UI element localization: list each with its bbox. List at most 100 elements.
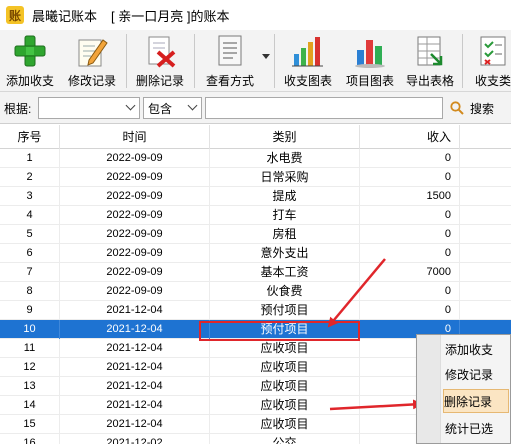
cell-date: 2022-09-09 (60, 206, 210, 225)
export-table-button[interactable]: 导出表格 (402, 32, 458, 90)
search-operator-value: 包含 (148, 101, 173, 116)
header-no[interactable]: 序号 (0, 125, 60, 149)
toolbar-separator (462, 34, 463, 88)
item-chart-icon (353, 34, 387, 68)
delete-doc-icon (143, 34, 177, 68)
ctx-edit-record[interactable]: 修改记录 (445, 363, 511, 387)
search-keyword-input[interactable] (205, 97, 443, 119)
search-icon (450, 101, 464, 115)
cell-no: 2 (0, 168, 60, 187)
income-chart-button[interactable]: 收支图表 (280, 32, 336, 90)
table-row[interactable]: 7 2022-09-09 基本工资 7000 (0, 263, 511, 282)
cell-date: 2021-12-04 (60, 415, 210, 434)
view-list-icon (213, 34, 247, 68)
cell-date: 2021-12-04 (60, 339, 210, 358)
search-field-select[interactable] (38, 97, 140, 119)
checklist-icon (476, 34, 510, 68)
cell-category: 应收项目 (210, 339, 360, 358)
table-row[interactable]: 4 2022-09-09 打车 0 (0, 206, 511, 225)
cell-category: 提成 (210, 187, 360, 206)
header-date[interactable]: 时间 (60, 125, 210, 149)
item-chart-button[interactable]: 项目图表 (342, 32, 398, 90)
delete-record-label: 删除记录 (135, 74, 184, 88)
table-row[interactable]: 2 2022-09-09 日常采购 0 (0, 168, 511, 187)
context-menu: 添加收支 修改记录 删除记录统计已选 (416, 334, 511, 444)
search-button[interactable]: 搜索 (450, 97, 494, 119)
cell-no: 5 (0, 225, 60, 244)
cell-date: 2022-09-09 (60, 244, 210, 263)
add-entry-label: 添加收支 (5, 74, 54, 88)
edit-record-label: 修改记录 (67, 74, 116, 88)
delete-record-button[interactable]: 删除记录 (132, 32, 188, 90)
cell-no: 1 (0, 149, 60, 168)
view-mode-dropdown-icon[interactable] (262, 54, 270, 59)
view-mode-label: 查看方式 (205, 74, 254, 88)
cell-no: 9 (0, 301, 60, 320)
search-by-label: 根据: (4, 102, 32, 116)
income-stats-button[interactable]: 收支类 (470, 32, 511, 90)
cell-income: 7000 (360, 263, 460, 282)
cell-category: 意外支出 (210, 244, 360, 263)
search-operator-select[interactable]: 包含 (143, 97, 202, 119)
bar-chart-icon (291, 34, 325, 68)
cell-no: 14 (0, 396, 60, 415)
annotation-highlight-category (199, 321, 360, 341)
ctx-stats-selected[interactable]: 统计已选 (445, 417, 511, 441)
cell-category: 水电费 (210, 149, 360, 168)
cell-no: 8 (0, 282, 60, 301)
cell-category: 日常采购 (210, 168, 360, 187)
add-entry-button[interactable]: 添加收支 (2, 32, 58, 90)
cell-category: 打车 (210, 206, 360, 225)
ctx-delete-record[interactable]: 删除记录 (443, 389, 509, 413)
cell-category: 应收项目 (210, 358, 360, 377)
cell-no: 13 (0, 377, 60, 396)
edit-pencil-icon (75, 34, 109, 68)
view-mode-button[interactable]: 查看方式 (202, 32, 258, 90)
cell-no: 11 (0, 339, 60, 358)
title-bar: 账 晨曦记账本 [ 亲一口月亮 ]的账本 (0, 0, 511, 30)
context-menu-icon-strip (417, 335, 441, 443)
table-row[interactable]: 1 2022-09-09 水电费 0 (0, 149, 511, 168)
cell-date: 2022-09-09 (60, 282, 210, 301)
cell-category: 应收项目 (210, 377, 360, 396)
cell-date: 2021-12-04 (60, 377, 210, 396)
toolbar-separator (126, 34, 127, 88)
book-title: [ 亲一口月亮 ]的账本 (111, 8, 230, 24)
cell-category: 应收项目 (210, 415, 360, 434)
toolbar-separator (274, 34, 275, 88)
cell-date: 2022-09-09 (60, 225, 210, 244)
cell-category: 公交 (210, 434, 360, 444)
green-plus-icon (13, 34, 47, 68)
income-stats-label: 收支类 (474, 74, 511, 88)
app-logo-icon: 账 (6, 6, 24, 24)
cell-income: 1500 (360, 187, 460, 206)
search-button-label: 搜索 (470, 101, 495, 116)
search-bar: 根据: 包含 搜索 (0, 92, 511, 124)
edit-record-button[interactable]: 修改记录 (64, 32, 120, 90)
table-row[interactable]: 8 2022-09-09 伙食费 0 (0, 282, 511, 301)
table-row[interactable]: 9 2021-12-04 预付项目 0 (0, 301, 511, 320)
table-row[interactable]: 3 2022-09-09 提成 1500 (0, 187, 511, 206)
cell-income: 0 (360, 149, 460, 168)
cell-date: 2021-12-04 (60, 320, 210, 339)
header-category[interactable]: 类别 (210, 125, 360, 149)
table-header: 序号 时间 类别 收入 (0, 125, 511, 149)
cell-income: 0 (360, 225, 460, 244)
cell-income: 0 (360, 168, 460, 187)
item-chart-label: 项目图表 (345, 74, 394, 88)
export-table-label: 导出表格 (405, 74, 454, 88)
cell-category: 应收项目 (210, 396, 360, 415)
chevron-down-icon (187, 100, 198, 111)
ctx-add-entry[interactable]: 添加收支 (445, 338, 511, 362)
cell-date: 2021-12-04 (60, 396, 210, 415)
chevron-down-icon (125, 100, 136, 111)
cell-income: 0 (360, 206, 460, 225)
cell-no: 6 (0, 244, 60, 263)
app-title: 晨曦记账本 (32, 8, 98, 24)
table-row[interactable]: 5 2022-09-09 房租 0 (0, 225, 511, 244)
cell-income: 0 (360, 244, 460, 263)
header-income[interactable]: 收入 (360, 125, 460, 149)
table-row[interactable]: 6 2022-09-09 意外支出 0 (0, 244, 511, 263)
cell-no: 15 (0, 415, 60, 434)
cell-no: 12 (0, 358, 60, 377)
